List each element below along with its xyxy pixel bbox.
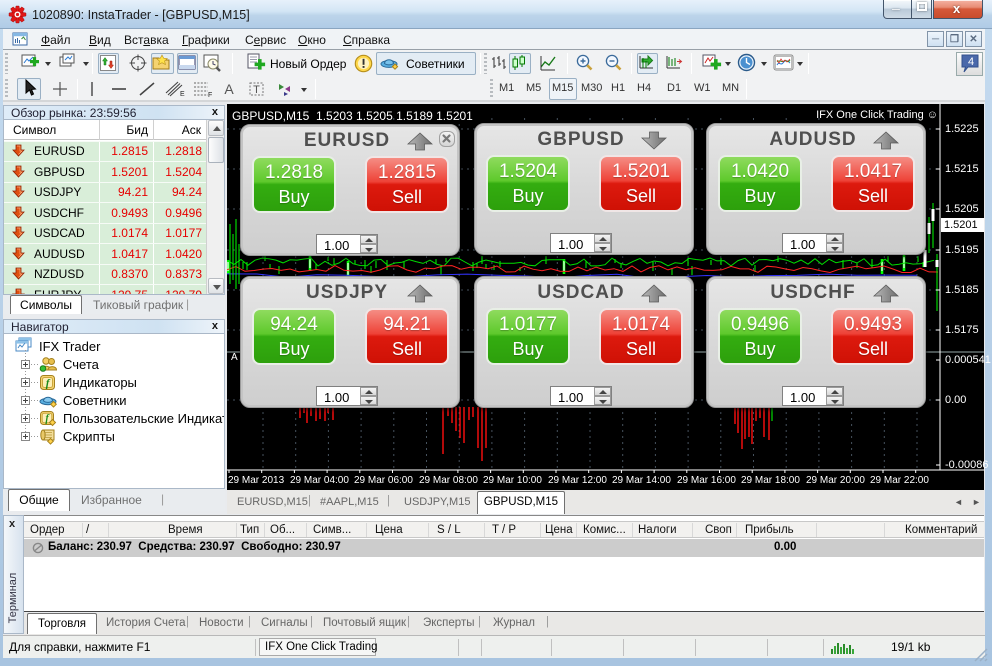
svg-text:4: 4 [968, 56, 974, 68]
svg-text:F: F [208, 92, 212, 98]
svg-text:T: T [253, 84, 260, 96]
svg-text:A: A [224, 81, 234, 97]
svg-text:E: E [180, 91, 185, 98]
